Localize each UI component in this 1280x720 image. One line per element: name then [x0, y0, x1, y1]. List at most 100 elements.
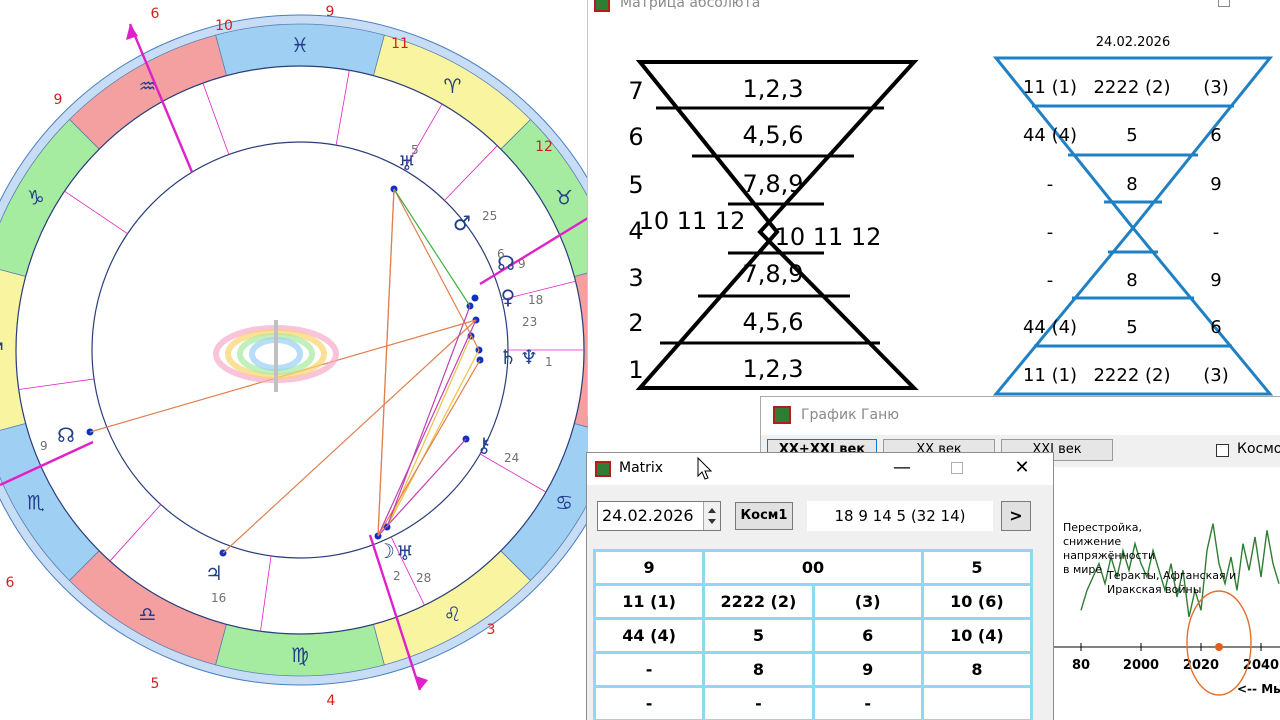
absolute-matrix-window: 7 6 5 4 3 2 1 1,2,3 4,5,6 7,8,9 10 11 12 10 11 12 7,… [587, 0, 1280, 416]
planet-glyph-icon: ♀ [501, 285, 516, 309]
hourglass-number: 7,8,9 [742, 170, 803, 198]
matrix-cell: 10 (6) [920, 583, 1034, 620]
mouse-cursor-icon [697, 457, 713, 480]
maximize-button[interactable] [951, 462, 963, 474]
natal-chart[interactable]: ♓♒♑♐♏♎♍♌♋♊♉♈9634569101112♅♂♂☽♅♃☊⚷♀♄♆☊256… [0, 0, 588, 720]
zodiac-glyph-icon: ♑ [27, 186, 45, 210]
planet-glyph-icon: ♅ [396, 541, 414, 565]
house-number: 12 [535, 139, 553, 155]
matrix-cell: 11 (1) [592, 583, 706, 620]
blue-matrix-value: (3) [1203, 365, 1229, 386]
kosm-button[interactable]: Косм1 [735, 502, 793, 530]
blue-matrix-value: 44 (4) [1023, 317, 1077, 338]
table-row: 44 (4) 5 6 10 (4) [592, 617, 1034, 654]
next-button[interactable]: > [1001, 501, 1031, 531]
matrix-window: Matrix — ✕ 24.02.2026 Косм1 18 9 14 5 (3… [586, 452, 1054, 720]
chart-annotation: Иракская войны [1107, 583, 1201, 596]
minimize-button[interactable]: — [891, 457, 913, 479]
table-row: - - - [592, 685, 1034, 720]
chart-annotation: Теракты, Афганская и [1106, 569, 1236, 582]
matrix-table: 9 00 5 11 (1) 2222 (2) (3) 10 (6) 44 (4)… [592, 549, 1034, 720]
blue-matrix-value: - [1047, 222, 1054, 243]
close-button[interactable]: ✕ [1011, 457, 1033, 479]
planet-glyph-icon: ♃ [205, 561, 223, 585]
current-year-marker [1215, 643, 1223, 651]
hourglass-number: 1,2,3 [742, 75, 803, 103]
ganyu-titlebar[interactable]: График Ганю [761, 397, 1280, 435]
planet-degree: 28 [416, 571, 431, 585]
zodiac-glyph-icon: ♓ [291, 33, 309, 57]
date-spinner[interactable] [703, 502, 720, 530]
absolute-matrix-titlebar[interactable]: Матрица абсолюта [588, 0, 1280, 16]
planet-degree: 23 [522, 315, 537, 329]
matrix-cell: 5 [920, 549, 1034, 586]
house-number: 5 [151, 676, 160, 692]
chart-annotation: Перестройка, [1063, 521, 1142, 534]
cosmo-checkbox[interactable] [1216, 444, 1229, 457]
row-number: 5 [628, 171, 643, 199]
blue-matrix-value: 5 [1126, 317, 1137, 338]
blue-matrix-value: (3) [1203, 77, 1229, 98]
house-number: 4 [327, 693, 336, 709]
planet-degree: 6 [497, 247, 505, 261]
ganyu-plot-area: 80 2000 2020 2040 Перестройка, снижение напряж… [1051, 467, 1280, 720]
matrix-cell: - [811, 685, 924, 720]
house-number: 11 [391, 36, 409, 52]
planet-degree: 24 [504, 451, 519, 465]
matrix-cell: (3) [811, 583, 924, 620]
zodiac-glyph-icon: ♋ [555, 491, 573, 515]
blue-matrix-value: - [1213, 222, 1220, 243]
blue-matrix-value: 2222 (2) [1093, 365, 1170, 386]
zodiac-glyph-icon: ♉ [555, 186, 573, 210]
row-number: 2 [628, 309, 643, 337]
spin-down-icon[interactable] [708, 519, 716, 524]
planet-degree: 1 [545, 355, 553, 369]
matrix-cell: 5 [702, 617, 815, 654]
matrix-cell [920, 685, 1034, 720]
row-number: 7 [628, 77, 643, 105]
matrix-cell: 44 (4) [592, 617, 706, 654]
house-number: 6 [6, 575, 15, 591]
matrix-cell: - [702, 685, 815, 720]
row-number: 3 [628, 264, 643, 292]
planet-glyph-icon: ☽ [377, 539, 395, 563]
matrix-cell: 2222 (2) [702, 583, 815, 620]
planet-degree: 25 [482, 209, 497, 223]
blue-matrix-value: 5 [1126, 125, 1137, 146]
hourglass-number: 7,8,9 [742, 260, 803, 288]
blue-matrix-value: 9 [1210, 270, 1221, 291]
house-number: 9 [54, 92, 63, 108]
cosmo-label: Космо [1237, 441, 1280, 457]
matrix-cell: 9 [592, 549, 706, 586]
planet-glyph-icon: ♆ [520, 345, 538, 369]
matrix-cell: - [592, 651, 706, 688]
maximize-button[interactable] [1218, 0, 1230, 7]
app-icon [594, 0, 610, 12]
blue-matrix-value: 44 (4) [1023, 125, 1077, 146]
matrix-cell: - [592, 685, 706, 720]
blue-matrix-value: - [1047, 270, 1054, 291]
matrix-titlebar[interactable]: Matrix — ✕ [587, 453, 1053, 485]
planet-degree: 9 [518, 257, 526, 271]
house-number: 10 [215, 18, 233, 34]
window-title: График Ганю [801, 407, 900, 423]
absolute-date: 24.02.2026 [1096, 35, 1170, 50]
planet-degree: 5 [411, 143, 419, 157]
blue-matrix-value: 9 [1210, 174, 1221, 195]
chart-annotation: снижение [1063, 535, 1121, 548]
planet-glyph-icon: ♂ [453, 211, 471, 235]
house-number: 9 [326, 4, 335, 20]
matrix-cell: 10 (4) [920, 617, 1034, 654]
chart-annotation: напряжённости [1063, 549, 1155, 562]
zodiac-glyph-icon: ♎ [139, 602, 157, 626]
matrix-cell: 8 [702, 651, 815, 688]
x-tick-label: 2000 [1123, 658, 1159, 673]
table-row: - 8 9 8 [592, 651, 1034, 688]
zodiac-glyph-icon: ♈ [444, 74, 462, 98]
window-title: Матрица абсолюта [620, 0, 761, 11]
absolute-matrix-diagram: 76543211,2,34,5,67,8,910 11 1210 11 127,… [628, 35, 1274, 396]
chart-annotation: в мире [1063, 563, 1102, 576]
spin-up-icon[interactable] [708, 508, 716, 513]
planet-glyph-icon: ♄ [499, 345, 517, 369]
table-row: 9 00 5 [592, 549, 1034, 586]
